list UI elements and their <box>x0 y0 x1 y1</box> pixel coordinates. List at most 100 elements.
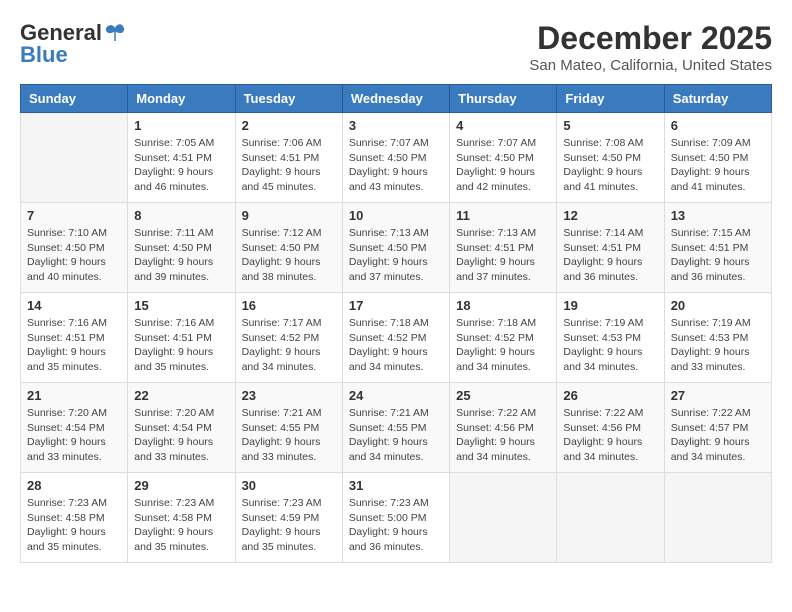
calendar-cell: 10 Sunrise: 7:13 AM Sunset: 4:50 PM Dayli… <box>342 203 449 293</box>
calendar-cell: 5 Sunrise: 7:08 AM Sunset: 4:50 PM Daylig… <box>557 113 664 203</box>
calendar-cell: 11 Sunrise: 7:13 AM Sunset: 4:51 PM Dayli… <box>450 203 557 293</box>
location-text: San Mateo, California, United States <box>529 57 772 74</box>
calendar-cell: 28Sunrise: 7:23 AM Sunset: 4:58 PM Dayli… <box>21 473 128 563</box>
calendar-cell: 29 Sunrise: 7:23 AM Sunset: 4:58 PM Dayli… <box>128 473 235 563</box>
calendar-header-saturday: Saturday <box>664 85 771 113</box>
day-number: 25 <box>456 388 550 403</box>
calendar-header-thursday: Thursday <box>450 85 557 113</box>
day-number: 31 <box>349 478 443 493</box>
day-info: Sunrise: 7:21 AM Sunset: 4:55 PM Dayligh… <box>349 406 443 465</box>
calendar-header-monday: Monday <box>128 85 235 113</box>
calendar-cell: 13 Sunrise: 7:15 AM Sunset: 4:51 PM Dayli… <box>664 203 771 293</box>
calendar-cell: 22Sunrise: 7:20 AM Sunset: 4:54 PM Dayli… <box>128 383 235 473</box>
calendar-cell: 17 Sunrise: 7:18 AM Sunset: 4:52 PM Dayli… <box>342 293 449 383</box>
calendar-cell <box>557 473 664 563</box>
day-info: Sunrise: 7:22 AM Sunset: 4:56 PM Dayligh… <box>563 406 657 465</box>
day-number: 26 <box>563 388 657 403</box>
day-number: 2 <box>242 118 336 133</box>
calendar-cell: 1Sunrise: 7:05 AM Sunset: 4:51 PM Daylig… <box>128 113 235 203</box>
day-info: Sunrise: 7:23 AM Sunset: 4:58 PM Dayligh… <box>134 496 228 555</box>
logo-bird-icon <box>104 23 126 43</box>
day-info: Sunrise: 7:07 AM Sunset: 4:50 PM Dayligh… <box>349 136 443 195</box>
day-number: 21 <box>27 388 121 403</box>
calendar-header-wednesday: Wednesday <box>342 85 449 113</box>
day-info: Sunrise: 7:08 AM Sunset: 4:50 PM Dayligh… <box>563 136 657 195</box>
day-info: Sunrise: 7:22 AM Sunset: 4:56 PM Dayligh… <box>456 406 550 465</box>
calendar-week-row: 21 Sunrise: 7:20 AM Sunset: 4:54 PM Dayli… <box>21 383 772 473</box>
calendar-cell: 6 Sunrise: 7:09 AM Sunset: 4:50 PM Daylig… <box>664 113 771 203</box>
day-info: Sunrise: 7:22 AM Sunset: 4:57 PM Dayligh… <box>671 406 765 465</box>
calendar-cell: 24 Sunrise: 7:21 AM Sunset: 4:55 PM Dayli… <box>342 383 449 473</box>
day-number: 18 <box>456 298 550 313</box>
month-title: December 2025 <box>529 20 772 57</box>
calendar-cell: 14 Sunrise: 7:16 AM Sunset: 4:51 PM Dayli… <box>21 293 128 383</box>
day-info: Sunrise: 7:13 AM Sunset: 4:51 PM Dayligh… <box>456 226 550 285</box>
calendar-cell: 3 Sunrise: 7:07 AM Sunset: 4:50 PM Daylig… <box>342 113 449 203</box>
day-number: 3 <box>349 118 443 133</box>
day-number: 10 <box>349 208 443 223</box>
calendar-week-row: 28 Sunrise: 7:23 AM Sunset: 4:58 PM Dayli… <box>21 473 772 563</box>
day-number: 12 <box>563 208 657 223</box>
calendar-cell: 19 Sunrise: 7:19 AM Sunset: 4:53 PM Dayli… <box>557 293 664 383</box>
calendar-cell: 31 Sunrise: 7:23 AM Sunset: 5:00 PM Dayli… <box>342 473 449 563</box>
day-info: Sunrise: 7:13 AM Sunset: 4:50 PM Dayligh… <box>349 226 443 285</box>
day-info: Sunrise: 7:05 AM Sunset: 4:51 PM Dayligh… <box>134 136 228 195</box>
day-info: Sunrise: 7:17 AM Sunset: 4:52 PM Dayligh… <box>242 316 336 375</box>
calendar-table: SundayMondayTuesdayWednesdayThursdayFrid… <box>20 84 772 563</box>
calendar-cell <box>664 473 771 563</box>
day-number: 20 <box>671 298 765 313</box>
calendar-cell <box>21 113 128 203</box>
calendar-cell: 18 Sunrise: 7:18 AM Sunset: 4:52 PM Dayli… <box>450 293 557 383</box>
day-info: Sunrise: 7:23 AM Sunset: 4:59 PM Dayligh… <box>242 496 336 555</box>
calendar-cell: 9 Sunrise: 7:12 AM Sunset: 4:50 PM Daylig… <box>235 203 342 293</box>
day-info: Sunrise: 7:18 AM Sunset: 4:52 PM Dayligh… <box>456 316 550 375</box>
day-number: 16 <box>242 298 336 313</box>
day-number: 24 <box>349 388 443 403</box>
day-info: Sunrise: 7:16 AM Sunset: 4:51 PM Dayligh… <box>27 316 121 375</box>
day-info: Sunrise: 7:19 AM Sunset: 4:53 PM Dayligh… <box>671 316 765 375</box>
calendar-cell: 27Sunrise: 7:22 AM Sunset: 4:57 PM Dayli… <box>664 383 771 473</box>
calendar-header-row: SundayMondayTuesdayWednesdayThursdayFrid… <box>21 85 772 113</box>
calendar-cell: 23 Sunrise: 7:21 AM Sunset: 4:55 PM Dayli… <box>235 383 342 473</box>
day-info: Sunrise: 7:19 AM Sunset: 4:53 PM Dayligh… <box>563 316 657 375</box>
day-info: Sunrise: 7:06 AM Sunset: 4:51 PM Dayligh… <box>242 136 336 195</box>
day-number: 7 <box>27 208 121 223</box>
day-number: 28 <box>27 478 121 493</box>
day-info: Sunrise: 7:20 AM Sunset: 4:54 PM Dayligh… <box>134 406 228 465</box>
calendar-cell: 12 Sunrise: 7:14 AM Sunset: 4:51 PM Dayli… <box>557 203 664 293</box>
calendar-header-tuesday: Tuesday <box>235 85 342 113</box>
day-info: Sunrise: 7:18 AM Sunset: 4:52 PM Dayligh… <box>349 316 443 375</box>
day-info: Sunrise: 7:21 AM Sunset: 4:55 PM Dayligh… <box>242 406 336 465</box>
day-info: Sunrise: 7:11 AM Sunset: 4:50 PM Dayligh… <box>134 226 228 285</box>
day-info: Sunrise: 7:14 AM Sunset: 4:51 PM Dayligh… <box>563 226 657 285</box>
calendar-cell <box>450 473 557 563</box>
day-number: 19 <box>563 298 657 313</box>
day-number: 17 <box>349 298 443 313</box>
day-number: 13 <box>671 208 765 223</box>
calendar-week-row: 1Sunrise: 7:05 AM Sunset: 4:51 PM Daylig… <box>21 113 772 203</box>
day-info: Sunrise: 7:12 AM Sunset: 4:50 PM Dayligh… <box>242 226 336 285</box>
calendar-header-friday: Friday <box>557 85 664 113</box>
calendar-week-row: 7Sunrise: 7:10 AM Sunset: 4:50 PM Daylig… <box>21 203 772 293</box>
title-section: December 2025 San Mateo, California, Uni… <box>529 20 772 74</box>
calendar-cell: 30 Sunrise: 7:23 AM Sunset: 4:59 PM Dayli… <box>235 473 342 563</box>
day-number: 4 <box>456 118 550 133</box>
day-number: 15 <box>134 298 228 313</box>
day-info: Sunrise: 7:09 AM Sunset: 4:50 PM Dayligh… <box>671 136 765 195</box>
day-number: 23 <box>242 388 336 403</box>
day-number: 5 <box>563 118 657 133</box>
calendar-cell: 4Sunrise: 7:07 AM Sunset: 4:50 PM Daylig… <box>450 113 557 203</box>
calendar-cell: 2 Sunrise: 7:06 AM Sunset: 4:51 PM Daylig… <box>235 113 342 203</box>
day-info: Sunrise: 7:15 AM Sunset: 4:51 PM Dayligh… <box>671 226 765 285</box>
day-number: 11 <box>456 208 550 223</box>
calendar-cell: 15Sunrise: 7:16 AM Sunset: 4:51 PM Dayli… <box>128 293 235 383</box>
calendar-cell: 20 Sunrise: 7:19 AM Sunset: 4:53 PM Dayli… <box>664 293 771 383</box>
day-number: 14 <box>27 298 121 313</box>
day-number: 30 <box>242 478 336 493</box>
calendar-cell: 21Sunrise: 7:20 AM Sunset: 4:54 PM Dayli… <box>21 383 128 473</box>
day-number: 29 <box>134 478 228 493</box>
day-number: 6 <box>671 118 765 133</box>
calendar-header-sunday: Sunday <box>21 85 128 113</box>
day-info: Sunrise: 7:23 AM Sunset: 5:00 PM Dayligh… <box>349 496 443 555</box>
day-number: 9 <box>242 208 336 223</box>
